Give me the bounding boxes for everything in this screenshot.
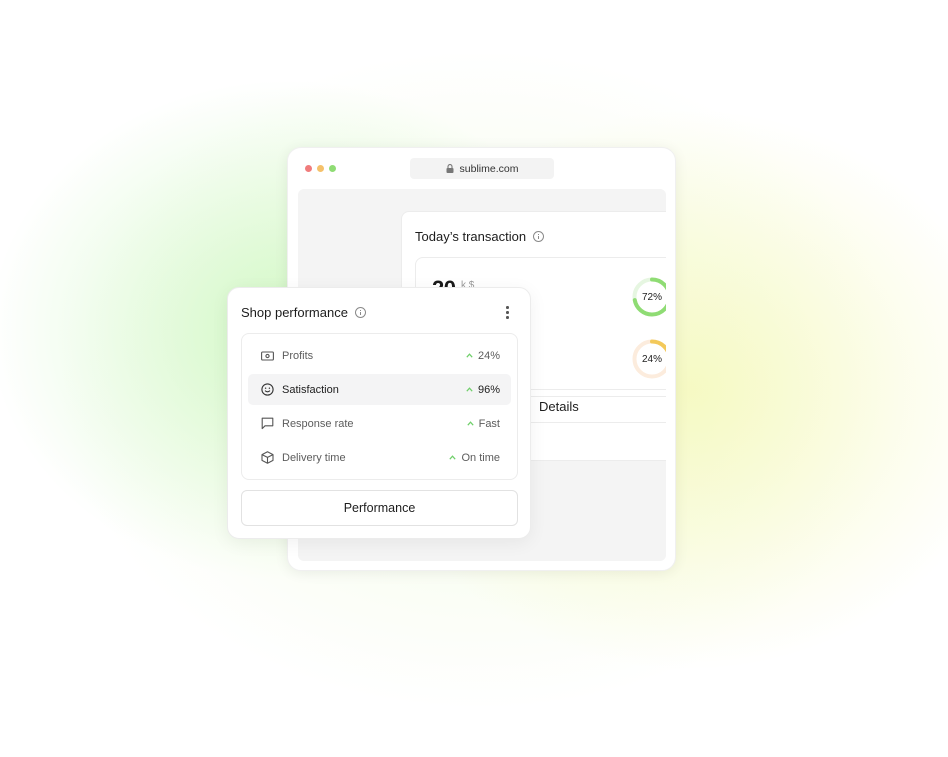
metric-value: 24%: [477, 349, 500, 362]
metric-row-delivery-time[interactable]: Delivery time On time: [248, 442, 511, 473]
box-icon: [260, 451, 274, 465]
donut-secondary-label: 24%: [641, 353, 662, 365]
details-label: Details: [539, 398, 579, 414]
metric-row-response-rate[interactable]: Response rate Fast: [248, 408, 511, 439]
metrics-list: Profits 24% Satisfaction 96% Response ra…: [241, 333, 518, 480]
performance-button[interactable]: Performance: [241, 490, 518, 526]
donut-primary-label: 72%: [641, 291, 662, 303]
cash-icon: [260, 349, 274, 363]
metric-value: 96%: [477, 383, 500, 396]
trend-up-icon: [466, 387, 473, 392]
smile-icon: [260, 383, 274, 397]
metric-label: Response rate: [282, 417, 354, 430]
message-icon: [260, 417, 274, 431]
maximize-window-dot[interactable]: [329, 165, 336, 172]
metric-value: On time: [461, 451, 500, 464]
metric-row-satisfaction[interactable]: Satisfaction 96%: [248, 374, 511, 405]
trend-up-icon: [449, 455, 457, 460]
metric-label: Delivery time: [282, 451, 346, 464]
close-window-dot[interactable]: [305, 165, 312, 172]
info-icon[interactable]: [354, 307, 366, 318]
metric-value-wrap: 24%: [466, 350, 500, 362]
transaction-title-row: Today’s transaction: [415, 229, 545, 244]
shop-title: Shop performance: [241, 305, 348, 320]
donut-chart-secondary: 24%: [631, 338, 666, 380]
shop-performance-card: Shop performance Profits 24% Satisfactio…: [227, 287, 531, 539]
lock-icon: [446, 164, 454, 173]
metric-row-profits[interactable]: Profits 24%: [248, 340, 511, 371]
info-icon[interactable]: [533, 231, 545, 242]
metric-value-wrap: On time: [449, 452, 500, 464]
shop-title-row: Shop performance: [241, 305, 366, 320]
performance-button-label: Performance: [343, 501, 416, 515]
more-options-icon[interactable]: [505, 306, 509, 319]
trend-up-icon: [466, 421, 474, 426]
donut-chart-primary: 72%: [631, 276, 666, 318]
metric-label: Satisfaction: [282, 383, 339, 396]
transaction-title: Today’s transaction: [415, 229, 527, 244]
url-text: sublime.com: [459, 162, 519, 175]
metric-value: Fast: [478, 417, 500, 430]
address-bar[interactable]: sublime.com: [410, 158, 554, 179]
metric-label: Profits: [282, 349, 314, 362]
trend-up-icon: [466, 353, 473, 358]
metric-value-wrap: Fast: [466, 417, 500, 430]
metric-value-wrap: 96%: [466, 384, 500, 396]
minimize-window-dot[interactable]: [317, 165, 324, 172]
